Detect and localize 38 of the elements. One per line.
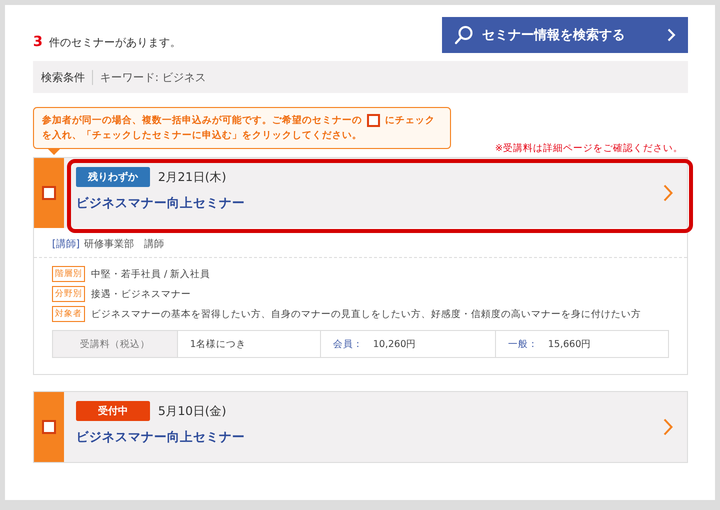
instructor-name: 研修事業部 講師: [84, 239, 164, 250]
category-tag: 対象者: [52, 306, 85, 322]
category-value: 接遇・ビジネスマナー: [91, 288, 191, 300]
search-icon: [454, 25, 474, 45]
general-price: 15,660円: [548, 338, 592, 350]
general-label: 一般：: [508, 338, 538, 350]
fee-unit: 1名様につき: [177, 331, 320, 357]
category-tag: 階層別: [52, 266, 85, 282]
notice-text: にチェック: [385, 114, 435, 128]
member-label: 会員：: [333, 338, 363, 350]
criteria-value: キーワード: ビジネス: [99, 70, 206, 84]
seminar-date: 5月10日(金): [158, 402, 226, 420]
seminar-date: 2月21日(木): [158, 168, 226, 186]
category-tag: 分野別: [52, 286, 85, 302]
seminar-title[interactable]: ビジネスマナー向上セミナー: [76, 195, 675, 212]
seminar-checkbox[interactable]: [42, 420, 56, 434]
instructor-label: [講師]: [52, 239, 80, 250]
fee-label: 受講料（税込）: [53, 331, 177, 357]
chevron-right-icon: [663, 184, 673, 202]
seminar-checkbox[interactable]: [42, 186, 56, 200]
status-badge: 受付中: [76, 401, 150, 421]
seminar-header[interactable]: 受付中 5月10日(金) ビジネスマナー向上セミナー: [64, 392, 687, 462]
criteria-label: 検索条件: [41, 70, 93, 84]
fee-note: ※受講料は詳細ページをご確認ください。: [495, 142, 683, 155]
result-count: 3: [33, 34, 43, 50]
status-badge: 残りわずか: [76, 167, 150, 187]
result-label: 件のセミナーがあります。: [48, 35, 181, 50]
chevron-right-icon: [667, 28, 676, 42]
category-value: ビジネスマナーの基本を習得したい方、自身のマナーの見直しをしたい方、好感度・信頼度の高いマナーを身に付けたい方: [91, 308, 641, 320]
chevron-right-icon: [663, 418, 673, 436]
search-button[interactable]: セミナー情報を検索する: [442, 17, 688, 53]
member-price: 10,260円: [373, 338, 416, 350]
notice-text: を入れ、「チェックしたセミナーに申込む」をクリックしてください。: [42, 128, 362, 143]
seminar-header[interactable]: 残りわずか 2月21日(木) ビジネスマナー向上セミナー: [64, 158, 687, 228]
notice-text: 参加者が同一の場合、複数一括申込みが可能です。ご希望のセミナーの: [42, 114, 362, 128]
seminar-title[interactable]: ビジネスマナー向上セミナー: [76, 429, 675, 446]
category-value: 中堅・若手社員 / 新入社員: [91, 268, 210, 280]
checkbox-icon: [367, 114, 380, 127]
